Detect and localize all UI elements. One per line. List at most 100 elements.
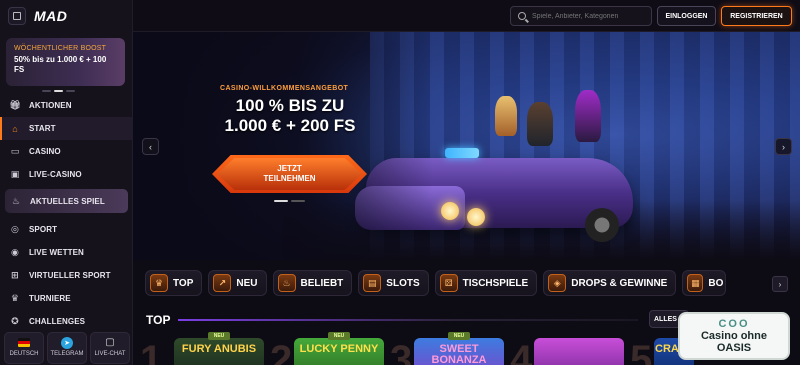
tab-top[interactable]: ♛ TOP xyxy=(145,270,203,296)
hero-fade xyxy=(133,32,433,260)
live-bet-icon: ◉ xyxy=(11,247,19,257)
sidebar-item-label: LIVE-CASINO xyxy=(29,170,82,179)
overlay-line1: COO xyxy=(718,318,750,330)
game-title: LUCKY PENNY xyxy=(299,343,379,355)
crown-icon: ♛ xyxy=(150,274,168,292)
search-box[interactable] xyxy=(510,6,652,26)
sidebar-item-label: SPORT xyxy=(29,225,58,234)
sidebar-item-label: CHALLENGES xyxy=(29,317,86,326)
overlay-line3: OASIS xyxy=(716,342,752,354)
tab-label: TISCHSPIELE xyxy=(462,277,529,289)
hero-person xyxy=(575,90,601,142)
tab-label: BO xyxy=(708,277,724,289)
overlay-line2: Casino ohne xyxy=(700,330,767,342)
telegram-button[interactable]: ➤ TELEGRAM xyxy=(47,332,87,364)
game-rank: 5 xyxy=(630,338,653,365)
headlight xyxy=(441,202,459,220)
oasis-overlay-badge: COO Casino ohne OASIS xyxy=(678,312,790,360)
game-card[interactable]: FURY ANUBIS xyxy=(174,338,264,365)
sidebar-item-label: LIVE WETTEN xyxy=(29,248,84,257)
app: MAD WÖCHENTLICHER BOOST 50% bis zu 1.000… xyxy=(0,0,800,365)
hero-title: 100 % BIS ZU 1.000 € + 200 FS xyxy=(190,96,390,136)
sidebar-item-label: TURNIERE xyxy=(29,294,71,303)
sidebar-item-challenges[interactable]: ✪ CHALLENGES xyxy=(0,310,133,333)
hero-title-line2: 1.000 € + 200 FS xyxy=(224,116,356,135)
hero-title-line1: 100 % BIS ZU xyxy=(235,96,345,115)
sidebar-item-turniere[interactable]: ♛ TURNIERE xyxy=(0,287,133,310)
sidebar-item-aktuelles-spiel[interactable]: ♨ AKTUELLES SPIEL xyxy=(5,189,128,213)
promo-kicker: WÖCHENTLICHER BOOST xyxy=(14,45,107,52)
live-chat-label: LIVE-CHAT xyxy=(94,351,126,357)
game-rank: 4 xyxy=(510,338,533,365)
flame-icon: ♨ xyxy=(11,195,21,206)
ball-icon: ◎ xyxy=(11,224,19,234)
tab-neu[interactable]: ↗ NEU xyxy=(208,270,267,296)
sidebar-item-live-casino[interactable]: ▣ LIVE-CASINO xyxy=(0,163,133,186)
language-button[interactable]: DEUTSCH xyxy=(4,332,44,364)
login-button[interactable]: EINLOGGEN xyxy=(657,6,716,26)
tab-label: TOP xyxy=(173,277,194,289)
tab-beliebt[interactable]: ♨ BELIEBT xyxy=(272,270,353,296)
game-title: SWEET BONANZA xyxy=(431,343,487,365)
hero-prev-button[interactable]: ‹ xyxy=(142,138,159,155)
tab-bonus[interactable]: ▦ BO xyxy=(682,270,727,296)
pagination-dot-active[interactable] xyxy=(274,200,288,202)
new-badge: NEU xyxy=(208,332,230,340)
chat-icon: ▢ xyxy=(105,337,115,348)
sidebar-item-start[interactable]: ⌂ START xyxy=(0,117,133,140)
logo[interactable]: MAD xyxy=(34,8,67,24)
fire-icon: ♨ xyxy=(277,274,296,292)
sidebar-item-label: AKTUELLES SPIEL xyxy=(30,196,105,206)
tab-slots[interactable]: ▤ SLOTS xyxy=(358,270,429,296)
drops-icon: ◈ xyxy=(548,274,567,292)
tab-drops-gewinne[interactable]: ◈ DROPS & GEWINNE xyxy=(543,270,677,296)
tab-tischspiele[interactable]: ⚄ TISCHSPIELE xyxy=(434,270,538,296)
home-icon: ⌂ xyxy=(12,123,18,134)
register-button[interactable]: REGISTRIEREN xyxy=(721,6,792,26)
category-next-button[interactable]: › xyxy=(772,276,788,292)
hero-banner[interactable] xyxy=(133,32,800,260)
search-input[interactable] xyxy=(532,12,642,20)
weekly-boost-banner[interactable]: WÖCHENTLICHER BOOST 50% bis zu 1.000 € +… xyxy=(6,38,125,86)
pagination-dot-active[interactable] xyxy=(54,90,63,92)
pagination-dot[interactable] xyxy=(291,200,305,202)
telegram-icon: ➤ xyxy=(61,336,73,349)
sidebar-icon xyxy=(13,12,21,20)
game-card[interactable]: LUCKY PENNY xyxy=(294,338,384,365)
gift-icon: 🎁︎ xyxy=(9,100,21,110)
game-card[interactable]: SWEET BONANZA xyxy=(414,338,504,365)
new-badge: NEU xyxy=(448,332,470,340)
sidebar-item-label: START xyxy=(29,124,56,133)
sidebar-toggle-button[interactable] xyxy=(8,7,26,25)
game-title: FURY ANUBIS xyxy=(181,343,257,355)
sidebar-item-label: AKTIONEN xyxy=(29,101,72,110)
german-flag-icon xyxy=(18,338,30,347)
join-now-button[interactable]: JETZT TEILNEHMEN xyxy=(212,155,367,193)
sidebar-item-virtueller-sport[interactable]: ⊞ VIRTUELLER SPORT xyxy=(0,264,133,287)
hero-pagination xyxy=(274,200,305,202)
live-chat-button[interactable]: ▢ LIVE-CHAT xyxy=(90,332,130,364)
car-wheel xyxy=(585,208,619,242)
cta-label: JETZT TEILNEHMEN xyxy=(263,164,316,183)
sidebar-item-label: CASINO xyxy=(29,147,61,156)
trophy-icon: ♛ xyxy=(10,293,20,303)
logo-bar: MAD xyxy=(0,0,132,32)
new-icon: ↗ xyxy=(213,274,232,292)
promo-pagination xyxy=(42,90,75,92)
pagination-dot[interactable] xyxy=(42,90,51,92)
sidebar-item-aktionen[interactable]: 🎁︎ AKTIONEN xyxy=(0,94,133,117)
telegram-label: TELEGRAM xyxy=(50,351,84,357)
headlight xyxy=(467,208,485,226)
casino-icon: ▭ xyxy=(10,146,20,156)
game-card[interactable] xyxy=(534,338,624,365)
sidebar-item-casino[interactable]: ▭ CASINO xyxy=(0,140,133,163)
tab-label: DROPS & GEWINNE xyxy=(571,277,668,289)
game-rank: 3 xyxy=(390,338,413,365)
tab-label: SLOTS xyxy=(386,277,420,289)
pagination-dot[interactable] xyxy=(66,90,75,92)
sidebar-item-live-wetten[interactable]: ◉ LIVE WETTEN xyxy=(0,241,133,264)
hero-next-button[interactable]: › xyxy=(775,138,792,155)
sidebar-item-sport[interactable]: ◎ SPORT xyxy=(0,218,133,241)
slot-icon: ▤ xyxy=(363,274,382,292)
top-header: EINLOGGEN REGISTRIEREN xyxy=(133,0,800,32)
